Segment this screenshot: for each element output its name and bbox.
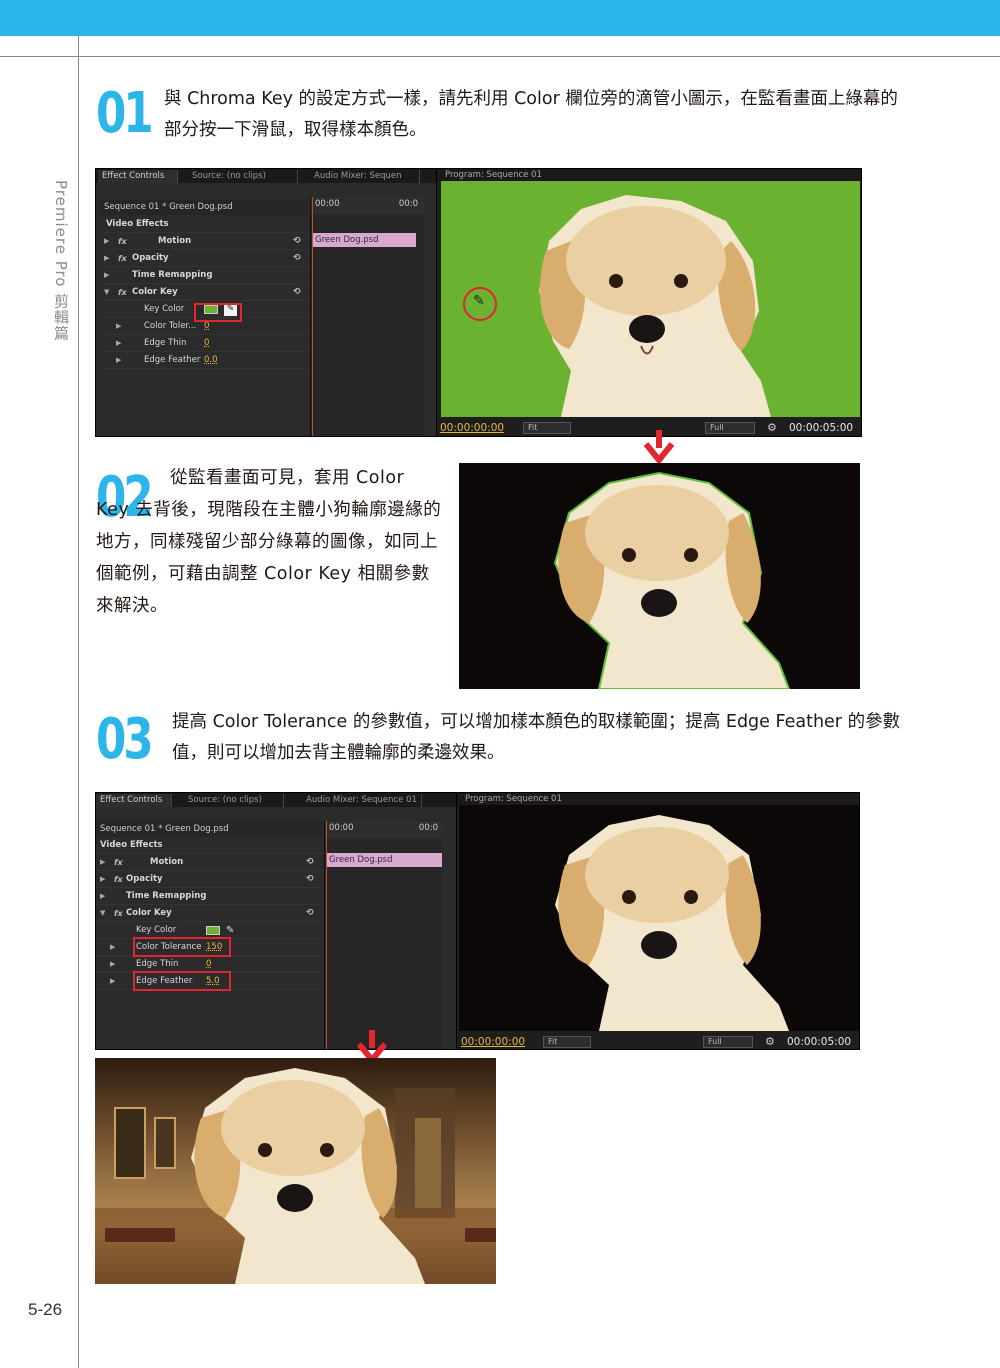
lobby-with-puppy-image [95,1068,496,1284]
puppy-image [555,815,789,1031]
row-time-remapping[interactable]: ▶ Time Remapping [100,267,308,284]
step-number-01: 01 [96,81,154,146]
step-01-text: 與 Chroma Key 的設定方式一樣，請先利用 Color 欄位旁的滴管小圖… [164,89,898,140]
program-tab: Program: Sequence 01 [457,793,859,805]
puppy-image [539,195,771,417]
fit-select[interactable]: Fit [543,1036,591,1048]
premiere-screenshot-1: Effect Controls Source: (no clips) Audio… [95,168,862,437]
key-color-swatch[interactable] [206,926,220,935]
monitor-controls: 00:00:00:00 Fit Full ⚙ 00:00:05:00 [457,1033,859,1049]
arrow-down-icon [644,430,674,464]
sequence-label: Sequence 01 * Green Dog.psd [100,199,308,215]
eyedropper-cursor-icon: ✎ [473,293,485,309]
tab-audio-mixer[interactable]: Audio Mixer: Sequence 01 [302,794,422,807]
puppy-keyed-image [553,471,791,689]
timeline-area: 00:00 00:0 Green Dog.psd [324,821,442,1049]
step-03-text: 提高 Color Tolerance 的參數值，可以增加樣本顏色的取樣範圍；提高… [172,712,901,763]
row-time-remapping[interactable]: ▶ Time Remapping [96,888,322,905]
highlight-eyedropper [194,303,242,322]
wrench-icon[interactable]: ⚙ [767,421,777,434]
current-timecode: 00:00:00:00 [461,1036,526,1048]
highlight-color-tolerance [133,937,231,957]
composited-result-image [95,1058,496,1284]
tab-effect-controls[interactable]: Effect Controls [96,794,172,807]
row-motion[interactable]: ▶ fx Motion ⟲ [100,233,308,250]
program-monitor: Program: Sequence 01 00:00:00:00 Fit Ful… [456,793,859,1049]
step-02-text: 從監看畫面可見，套用 Color Key 去背後，現階段在主體小狗輪廓邊緣的地方… [96,468,442,616]
effect-controls-panel: Sequence 01 * Green Dog.psd Video Effect… [96,183,436,436]
row-opacity[interactable]: ▶ fx Opacity ⟲ [96,871,322,888]
duration-timecode: 00:00:05:00 [789,422,854,434]
row-edge-thin[interactable]: ▶ Edge Thin 0 [100,335,308,352]
playhead[interactable] [312,197,313,436]
effect-controls-panel: Sequence 01 * Green Dog.psd Video Effect… [96,807,456,1049]
sequence-label: Sequence 01 * Green Dog.psd [96,821,322,837]
program-monitor: Program: Sequence 01 ✎ 00:00:00:00 Fit F… [436,169,861,436]
row-color-key[interactable]: ▼ fx Color Key ⟲ [100,284,308,301]
timeline-ruler: 00:00 00:0 [325,821,442,838]
highlight-edge-feather [133,971,231,991]
clip-green-dog[interactable]: Green Dog.psd [326,853,442,867]
tab-effect-controls[interactable]: Effect Controls [98,170,178,183]
step-number-03: 03 [96,707,154,772]
wrench-icon[interactable]: ⚙ [765,1035,775,1048]
header-rule [0,56,1000,57]
row-color-key[interactable]: ▼ fx Color Key ⟲ [96,905,322,922]
side-chapter-title: Premiere Pro 剪輯篇 [52,180,70,342]
row-motion[interactable]: ▶ fx Motion ⟲ [96,854,322,871]
tab-source[interactable]: Source: (no clips) [184,794,284,807]
tab-audio-mixer[interactable]: Audio Mixer: Sequen [310,170,420,183]
keyed-preview [459,805,859,1031]
fit-select[interactable]: Fit [523,422,571,434]
green-screen-preview: ✎ [441,181,860,417]
row-video-effects: Video Effects [100,216,308,233]
current-timecode: 00:00:00:00 [440,422,505,434]
row-edge-feather[interactable]: ▶ Edge Feather 0.0 [100,352,308,369]
full-select[interactable]: Full [705,422,755,434]
timeline-ruler: 00:00 00:0 [311,197,424,214]
margin-rule [78,36,79,1368]
keyed-preview-black [459,463,860,689]
premiere-screenshot-2: Effect Controls Source: (no clips) Audio… [95,792,860,1050]
top-color-bar [0,0,1000,36]
program-tab: Program: Sequence 01 [437,169,861,181]
row-opacity[interactable]: ▶ fx Opacity ⟲ [100,250,308,267]
full-select[interactable]: Full [703,1036,753,1048]
duration-timecode: 00:00:05:00 [787,1036,852,1048]
timeline-area: 00:00 00:0 Green Dog.psd [310,197,424,436]
clip-green-dog[interactable]: Green Dog.psd [312,233,416,247]
page-number: 5-26 [28,1300,63,1319]
playhead[interactable] [326,821,327,1049]
tab-source[interactable]: Source: (no clips) [188,170,298,183]
row-video-effects: Video Effects [96,837,322,854]
